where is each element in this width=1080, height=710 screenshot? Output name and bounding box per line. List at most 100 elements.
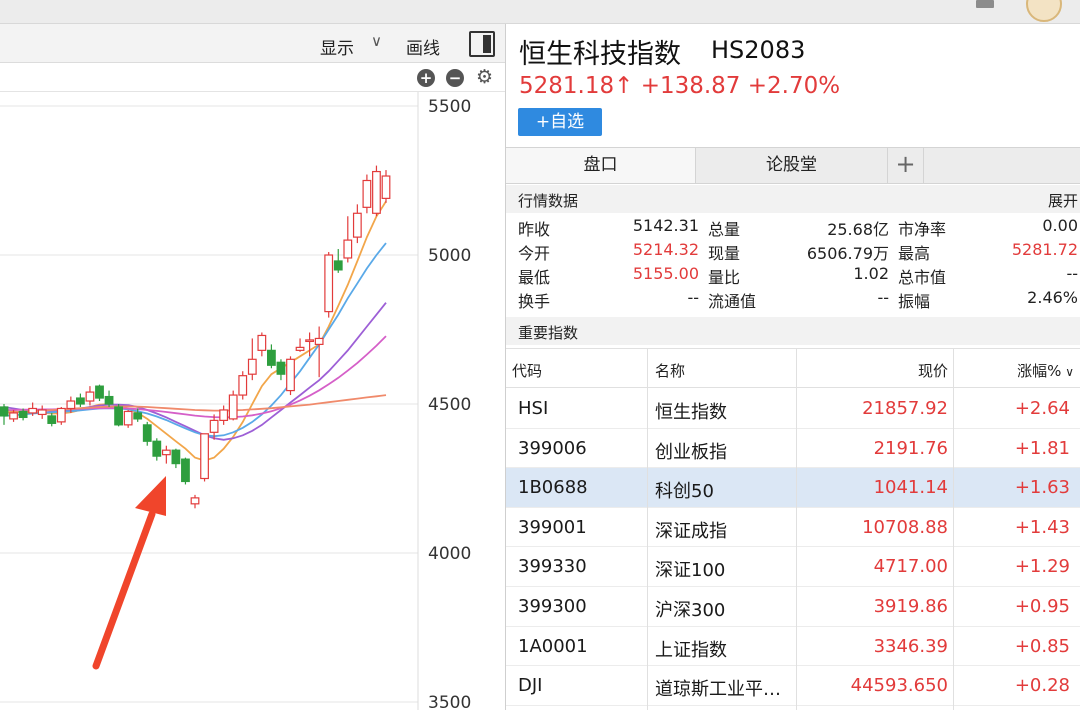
- y-tick-label: 4500: [428, 395, 471, 415]
- sort-chevron-icon: ∨: [1061, 365, 1074, 379]
- index-change-cell: +1.43: [1014, 516, 1070, 538]
- candle-body: [66, 400, 76, 410]
- menu-icon[interactable]: [976, 0, 994, 8]
- candle[interactable]: [228, 390, 238, 421]
- candle[interactable]: [95, 384, 104, 402]
- y-tick-label: 3500: [428, 693, 471, 710]
- index-code: HS2083: [711, 36, 806, 64]
- candle[interactable]: [257, 332, 267, 357]
- candle[interactable]: [114, 404, 124, 427]
- candle[interactable]: [295, 338, 305, 352]
- table-row[interactable]: 399001 深证成指 10708.88 +1.43: [506, 508, 1080, 548]
- candle-body: [257, 334, 267, 351]
- expand-link[interactable]: 展开: [1048, 190, 1078, 211]
- index-price-cell: 44593.650: [850, 675, 948, 697]
- zoom-in-icon[interactable]: +: [417, 69, 435, 87]
- candle[interactable]: [181, 457, 190, 485]
- add-watchlist-button[interactable]: +自选: [518, 108, 602, 136]
- panel-toggle-icon[interactable]: [469, 31, 495, 57]
- candle[interactable]: [200, 433, 209, 482]
- candlestick-chart[interactable]: 5500 5000 4500 4000 3500: [0, 92, 505, 710]
- stat-label: 市净率: [898, 220, 947, 239]
- display-menu[interactable]: 显示: [320, 34, 354, 59]
- header-price[interactable]: 现价: [918, 360, 948, 381]
- table-row[interactable]: 399330 深证100 4717.00 +1.29: [506, 547, 1080, 587]
- index-table-header: 代码 名称 现价 涨幅% ∨: [506, 348, 1080, 388]
- table-row[interactable]: 1A0001 上证指数 3346.39 +0.85: [506, 627, 1080, 667]
- candle[interactable]: [362, 174, 372, 214]
- candle-body: [219, 409, 229, 421]
- chart-toolbar: 显示 ∨ 画线: [0, 24, 505, 63]
- tab-forum[interactable]: 论股堂: [696, 148, 888, 183]
- candle[interactable]: [56, 406, 66, 425]
- candle[interactable]: [314, 326, 324, 378]
- candle-body: [238, 375, 248, 396]
- header-code[interactable]: 代码: [512, 360, 542, 381]
- chevron-down-icon[interactable]: ∨: [371, 32, 382, 50]
- tab-orderbook[interactable]: 盘口: [506, 148, 696, 183]
- draw-line-button[interactable]: 画线: [406, 34, 440, 59]
- candle-body: [18, 410, 28, 419]
- index-name-cell: 上证指数: [655, 639, 727, 661]
- candle-body: [75, 397, 85, 405]
- table-row[interactable]: 399006 创业板指 2191.76 +1.81: [506, 429, 1080, 469]
- candle[interactable]: [161, 445, 171, 464]
- candle[interactable]: [286, 356, 295, 396]
- candle[interactable]: [37, 405, 47, 419]
- stat-value: 5142.31: [632, 216, 699, 235]
- candle[interactable]: [276, 359, 286, 381]
- candle[interactable]: [247, 338, 257, 381]
- candle-body: [286, 358, 295, 392]
- candle-body: [37, 409, 47, 416]
- candle[interactable]: [152, 438, 162, 461]
- stat-label: 总市值: [898, 268, 947, 287]
- candle-body: [200, 433, 209, 480]
- index-price-cell: 4717.00: [873, 556, 948, 578]
- candle-body: [276, 361, 286, 375]
- candle[interactable]: [238, 371, 248, 400]
- candle-body: [133, 412, 143, 420]
- candle[interactable]: [343, 216, 353, 263]
- candle-body: [47, 415, 57, 424]
- candle[interactable]: [85, 386, 95, 406]
- candle[interactable]: [324, 252, 334, 318]
- zoom-controls: + − ⚙: [0, 64, 505, 92]
- candle[interactable]: [267, 344, 276, 369]
- candle[interactable]: [142, 421, 152, 446]
- header-name[interactable]: 名称: [655, 360, 685, 381]
- candle-body: [56, 407, 66, 423]
- table-row[interactable]: 399300 沪深300 3919.86 +0.95: [506, 587, 1080, 627]
- candle[interactable]: [219, 405, 229, 425]
- header-change[interactable]: 涨幅% ∨: [1017, 360, 1074, 381]
- index-change-cell: +0.28: [1014, 675, 1070, 697]
- table-row[interactable]: 1B0688 科创50 1041.14 +1.63: [506, 468, 1080, 508]
- candle[interactable]: [190, 494, 200, 509]
- candle[interactable]: [372, 165, 381, 217]
- stat-value: 5214.32: [632, 240, 699, 259]
- key-index-header: 重要指数: [506, 317, 1080, 345]
- table-row[interactable]: DJI 道琼斯工业平… 44593.650 +0.28: [506, 666, 1080, 706]
- index-code-cell: 399001: [518, 516, 587, 538]
- table-row[interactable]: HSI 恒生指数 21857.92 +2.64: [506, 389, 1080, 429]
- candle-body: [104, 395, 114, 405]
- candle-body: [352, 212, 362, 238]
- candle-body: [152, 440, 162, 457]
- candle-body: [190, 497, 200, 505]
- candle[interactable]: [0, 404, 9, 425]
- stat-value: 5281.72: [1011, 240, 1078, 259]
- candle[interactable]: [75, 393, 85, 407]
- candle[interactable]: [333, 249, 343, 273]
- stat-label: 总量: [708, 220, 741, 239]
- avatar[interactable]: [1026, 0, 1062, 22]
- candle[interactable]: [381, 170, 391, 203]
- index-price-cell: 1041.14: [873, 477, 948, 499]
- index-name: 恒生科技指数: [519, 39, 681, 70]
- zoom-out-icon[interactable]: −: [446, 69, 464, 87]
- add-tab-icon[interactable]: +: [888, 148, 924, 183]
- candle[interactable]: [123, 409, 133, 428]
- candle[interactable]: [171, 448, 181, 469]
- candle[interactable]: [47, 412, 57, 427]
- candle[interactable]: [104, 390, 114, 407]
- candle[interactable]: [352, 204, 362, 244]
- gear-icon[interactable]: ⚙: [476, 66, 493, 88]
